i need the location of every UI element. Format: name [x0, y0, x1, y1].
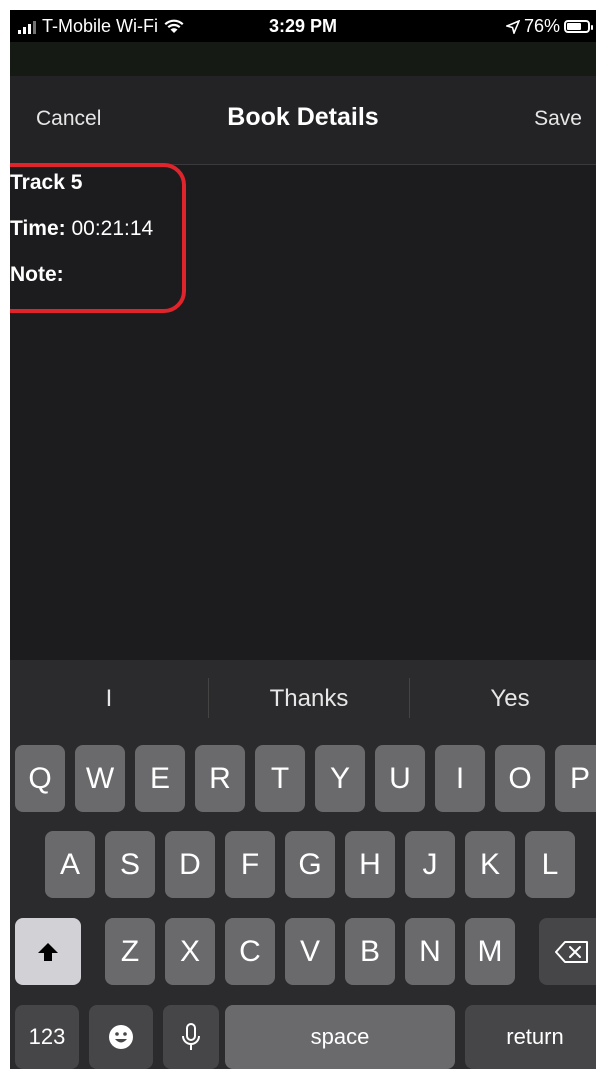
key-s[interactable]: S: [105, 831, 155, 898]
save-button[interactable]: Save: [534, 107, 582, 131]
key-v[interactable]: V: [285, 918, 335, 985]
key-l[interactable]: L: [525, 831, 575, 898]
status-bar: T-Mobile Wi-Fi 3:29 PM 76%: [10, 10, 596, 42]
key-h[interactable]: H: [345, 831, 395, 898]
time-value: 00:21:14: [71, 217, 154, 240]
key-w[interactable]: W: [75, 745, 125, 812]
suggestion-1[interactable]: I: [10, 685, 208, 713]
key-t[interactable]: T: [255, 745, 305, 812]
shift-key[interactable]: [15, 918, 81, 985]
key-i[interactable]: I: [435, 745, 485, 812]
keyboard: I Thanks Yes Q W E R T Y U I O P A S D F…: [10, 660, 596, 1069]
time-row: Time: 00:21:14: [10, 217, 153, 241]
key-j[interactable]: J: [405, 831, 455, 898]
key-z[interactable]: Z: [105, 918, 155, 985]
key-k[interactable]: K: [465, 831, 515, 898]
key-r[interactable]: R: [195, 745, 245, 812]
space-key[interactable]: space: [225, 1005, 455, 1069]
key-d[interactable]: D: [165, 831, 215, 898]
battery-percentage: 76%: [523, 16, 560, 36]
background-strip: [10, 42, 596, 76]
screen: T-Mobile Wi-Fi 3:29 PM 76% Cancel Book D…: [10, 10, 596, 1069]
key-p[interactable]: P: [555, 745, 596, 812]
track-title: Track 5: [10, 171, 83, 194]
location-arrow-icon: [505, 19, 520, 34]
book-details-content: Track 5 Time: 00:21:14 Note:: [10, 163, 596, 660]
backspace-key[interactable]: [539, 918, 596, 985]
key-y[interactable]: Y: [315, 745, 365, 812]
key-x[interactable]: X: [165, 918, 215, 985]
navigation-bar: Cancel Book Details Save: [10, 76, 596, 165]
microphone-key[interactable]: [163, 1005, 219, 1069]
note-field[interactable]: Note:: [10, 263, 64, 287]
key-c[interactable]: C: [225, 918, 275, 985]
key-m[interactable]: M: [465, 918, 515, 985]
numbers-key[interactable]: 123: [15, 1005, 79, 1069]
key-b[interactable]: B: [345, 918, 395, 985]
battery-level: [567, 23, 581, 30]
key-g[interactable]: G: [285, 831, 335, 898]
page-title: Book Details: [227, 103, 379, 131]
note-label: Note:: [10, 263, 64, 286]
suggestion-2[interactable]: Thanks: [209, 685, 409, 713]
return-key[interactable]: return: [465, 1005, 596, 1069]
microphone-icon: [182, 1023, 200, 1050]
time-label: Time:: [10, 217, 66, 240]
suggestion-bar: I Thanks Yes: [10, 660, 596, 744]
suggestion-3[interactable]: Yes: [410, 685, 596, 713]
key-e[interactable]: E: [135, 745, 185, 812]
key-n[interactable]: N: [405, 918, 455, 985]
key-o[interactable]: O: [495, 745, 545, 812]
emoji-icon: [109, 1025, 133, 1049]
key-f[interactable]: F: [225, 831, 275, 898]
backspace-icon: [555, 940, 588, 963]
shift-icon: [38, 942, 58, 961]
key-a[interactable]: A: [45, 831, 95, 898]
emoji-key[interactable]: [89, 1005, 153, 1069]
battery-icon: [564, 20, 593, 33]
key-u[interactable]: U: [375, 745, 425, 812]
key-q[interactable]: Q: [15, 745, 65, 812]
